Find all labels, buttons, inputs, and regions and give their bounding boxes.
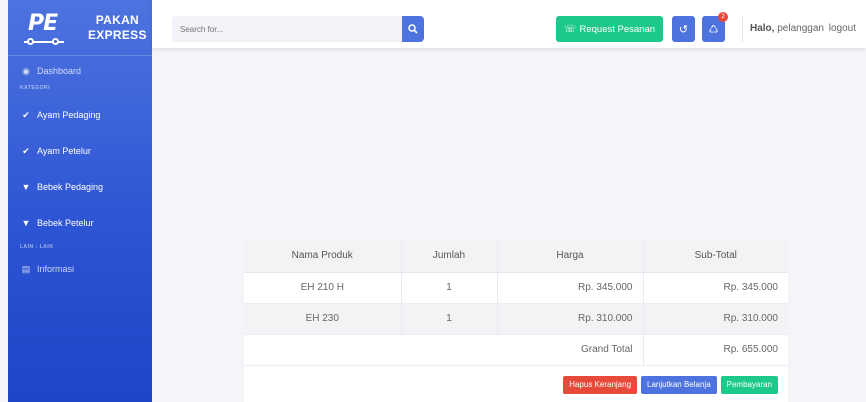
divider — [742, 16, 743, 42]
sidebar-item-dashboard[interactable]: ◉ Dashboard — [8, 60, 152, 82]
cart-actions: Hapus Keranjang Lanjutkan Belanja Pembay… — [244, 365, 788, 402]
sidebar-item-bebek-petelur[interactable]: ▼ Bebek Petelur — [8, 202, 152, 244]
sidebar-item-label: Ayam Pedaging — [37, 110, 101, 120]
cell-price: Rp. 345.000 — [496, 271, 643, 303]
cart-button[interactable]: ♺ 2 — [702, 12, 728, 42]
dashboard-icon: ◉ — [22, 65, 30, 76]
sidebar-heading-lain: LAIN - LAIN — [20, 244, 54, 250]
sidebar: PE PAKAN EXPRESS ◉ Dashboard KATEGORI ✔ … — [8, 0, 152, 402]
cart-badge: 2 — [718, 12, 728, 22]
clear-cart-button[interactable]: Hapus Keranjang — [563, 375, 638, 394]
chicken-icon: ✔ — [22, 109, 30, 120]
sidebar-item-label: Bebek Pedaging — [37, 182, 104, 192]
grand-total-value: Rp. 655.000 — [642, 333, 788, 365]
sidebar-item-label: Informasi — [37, 264, 75, 274]
username: pelanggan — [777, 23, 824, 34]
cart-table: Nama Produk Jumlah Harga Sub-Total EH 21… — [244, 240, 788, 365]
wheel-icon — [27, 37, 34, 45]
cart-icon: ♺ — [708, 23, 719, 36]
header-qty: Jumlah — [400, 240, 497, 273]
info-icon: ▤ — [21, 263, 31, 274]
whatsapp-icon: ☏ — [563, 23, 577, 35]
table-header-row: Nama Produk Jumlah Harga Sub-Total — [244, 240, 788, 273]
sidebar-item-bebek-pedaging[interactable]: ▼ Bebek Pedaging — [8, 172, 152, 202]
grand-total-label: Grand Total — [244, 333, 643, 365]
checkout-button[interactable]: Pembayaran — [720, 375, 778, 394]
duck-icon: ▼ — [21, 218, 31, 228]
sidebar-item-label: Bebek Petelur — [37, 218, 94, 228]
brand-link[interactable]: PE PAKAN EXPRESS — [8, 0, 152, 56]
table-row: EH 210 H 1 Rp. 345.000 Rp. 345.000 — [244, 271, 788, 303]
cell-subtotal: Rp. 345.000 — [642, 271, 788, 303]
continue-shopping-button[interactable]: Lanjutkan Belanja — [641, 375, 717, 394]
header-product: Nama Produk — [244, 240, 401, 273]
header-subtotal: Sub-Total — [642, 240, 788, 273]
chicken-icon: ✔ — [22, 145, 30, 156]
history-button[interactable]: ↺ — [672, 16, 695, 42]
cell-subtotal: Rp. 310.000 — [642, 302, 788, 334]
cart-panel: Nama Produk Jumlah Harga Sub-Total EH 21… — [244, 240, 788, 402]
cell-price: Rp. 310.000 — [496, 302, 643, 334]
cell-qty: 1 — [400, 271, 497, 303]
sidebar-item-informasi[interactable]: ▤ Informasi — [8, 258, 152, 280]
search-button[interactable] — [402, 16, 424, 42]
greeting-text: Halo, — [750, 23, 775, 34]
cell-product: EH 230 — [244, 302, 401, 334]
sidebar-heading-kategori: KATEGORI — [20, 85, 51, 91]
brand-logo-text: PE — [28, 10, 58, 36]
sidebar-item-ayam-petelur[interactable]: ✔ Ayam Petelur — [8, 130, 152, 172]
logout-link[interactable]: logout — [829, 23, 856, 34]
request-pesanan-label: Request Pesanan — [579, 23, 656, 35]
cell-product: EH 210 H — [244, 271, 401, 303]
header-price: Harga — [496, 240, 643, 273]
brand-name: PAKAN EXPRESS — [88, 13, 147, 43]
brand-line1: PAKAN — [95, 12, 140, 27]
brand-line2: EXPRESS — [88, 27, 147, 42]
sidebar-item-label: Ayam Petelur — [37, 146, 91, 156]
cell-qty: 1 — [400, 302, 497, 334]
request-pesanan-button[interactable]: ☏ Request Pesanan — [556, 16, 663, 42]
table-row: EH 230 1 Rp. 310.000 Rp. 310.000 — [244, 302, 788, 334]
duck-icon: ▼ — [21, 182, 31, 192]
user-info: Halo, pelanggan logout — [750, 23, 856, 34]
topbar: ☏ Request Pesanan ↺ ♺ 2 Halo, pelanggan … — [152, 0, 866, 48]
wheel-icon — [52, 37, 59, 45]
search-icon — [408, 24, 418, 34]
brand-logo: PE — [24, 11, 70, 45]
history-icon: ↺ — [678, 23, 689, 36]
search-input[interactable] — [172, 16, 402, 42]
sidebar-item-label: Dashboard — [37, 66, 82, 76]
sidebar-item-ayam-pedaging[interactable]: ✔ Ayam Pedaging — [8, 100, 152, 130]
grand-total-row: Grand Total Rp. 655.000 — [244, 333, 788, 365]
